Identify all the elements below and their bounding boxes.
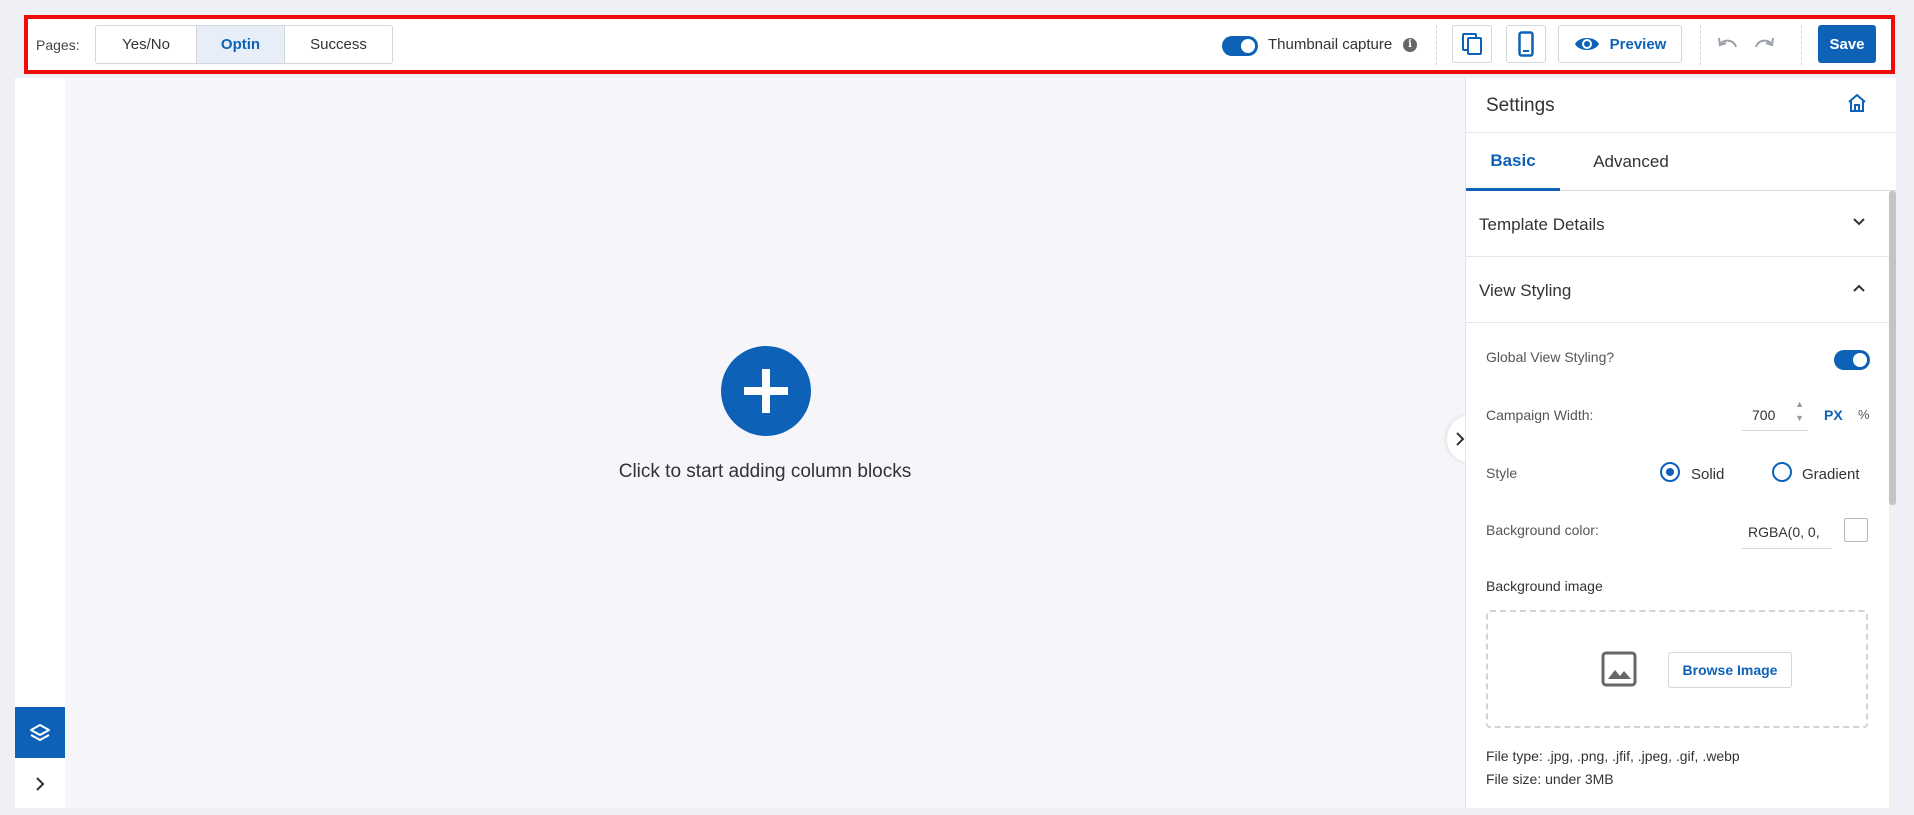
image-icon xyxy=(1601,651,1637,687)
view-styling-section[interactable]: View Styling xyxy=(1466,257,1896,323)
file-type-hint: File type: .jpg, .png, .jfif, .jpeg, .gi… xyxy=(1486,748,1740,764)
chevron-right-icon xyxy=(1456,432,1465,446)
unit-percent-option[interactable]: % xyxy=(1858,407,1870,422)
undo-icon[interactable] xyxy=(1716,33,1740,53)
redo-icon[interactable] xyxy=(1752,33,1776,53)
section-title: Template Details xyxy=(1479,215,1605,234)
page-tabs: Yes/No Optin Success xyxy=(95,25,393,64)
style-gradient-label[interactable]: Gradient xyxy=(1802,466,1860,483)
tab-basic[interactable]: Basic xyxy=(1466,133,1560,191)
background-color-label: Background color: xyxy=(1486,522,1599,538)
campaign-width-label: Campaign Width: xyxy=(1486,407,1594,423)
style-solid-radio[interactable] xyxy=(1660,462,1680,482)
pages-label: Pages: xyxy=(36,37,80,53)
add-blocks-hint: Click to start adding column blocks xyxy=(618,461,912,482)
mobile-icon xyxy=(1518,31,1534,57)
save-button[interactable]: Save xyxy=(1818,25,1876,63)
settings-tabs: Basic Advanced xyxy=(1466,133,1896,191)
duplicate-button[interactable] xyxy=(1452,25,1492,63)
toolbar-divider xyxy=(1700,25,1701,65)
copy-icon xyxy=(1462,33,1482,55)
background-color-value: RGBA(0, 0, xyxy=(1748,524,1820,540)
stepper-down-icon[interactable]: ▼ xyxy=(1795,411,1804,425)
browse-image-button[interactable]: Browse Image xyxy=(1668,652,1792,688)
chevron-down-icon xyxy=(1853,218,1865,226)
width-stepper[interactable]: ▲ ▼ xyxy=(1795,397,1804,425)
campaign-width-value: 700 xyxy=(1752,407,1776,423)
background-image-label: Background image xyxy=(1486,578,1603,594)
stepper-up-icon[interactable]: ▲ xyxy=(1795,397,1804,411)
thumbnail-capture-toggle[interactable] xyxy=(1222,36,1258,56)
page-tab-success[interactable]: Success xyxy=(285,26,392,63)
chevron-up-icon xyxy=(1853,284,1865,292)
settings-header: Settings xyxy=(1466,78,1896,133)
template-details-section[interactable]: Template Details xyxy=(1466,191,1896,257)
background-color-input[interactable]: RGBA(0, 0, xyxy=(1742,513,1832,549)
section-title: View Styling xyxy=(1479,281,1572,300)
home-icon[interactable] xyxy=(1846,92,1868,114)
eye-icon xyxy=(1574,38,1599,50)
editor-canvas[interactable]: Click to start adding column blocks xyxy=(65,78,1465,808)
file-size-hint: File size: under 3MB xyxy=(1486,771,1614,787)
toolbar-divider xyxy=(1801,25,1802,65)
layers-button[interactable] xyxy=(15,707,65,758)
thumbnail-capture-label: Thumbnail capture xyxy=(1268,36,1393,53)
style-gradient-radio[interactable] xyxy=(1772,462,1792,482)
editor-toolbar: Pages: Yes/No Optin Success Thumbnail ca… xyxy=(24,15,1895,74)
settings-panel: Settings Basic Advanced Template Details… xyxy=(1465,78,1896,808)
page-tab-yes-no[interactable]: Yes/No xyxy=(96,26,197,63)
layers-icon xyxy=(30,723,50,741)
background-color-swatch[interactable] xyxy=(1844,518,1868,542)
mobile-view-button[interactable] xyxy=(1506,25,1546,63)
left-rail xyxy=(15,78,65,808)
preview-label: Preview xyxy=(1609,35,1667,53)
expand-sidebar-button[interactable] xyxy=(15,762,65,806)
info-icon[interactable]: i xyxy=(1403,38,1417,52)
toolbar-divider xyxy=(1436,25,1437,65)
global-view-styling-label: Global View Styling? xyxy=(1486,349,1615,365)
global-view-styling-toggle[interactable] xyxy=(1834,350,1870,370)
background-image-dropzone[interactable]: Browse Image xyxy=(1486,610,1868,728)
tab-advanced[interactable]: Advanced xyxy=(1584,133,1678,191)
preview-button[interactable]: Preview xyxy=(1558,25,1682,63)
unit-px-option[interactable]: PX xyxy=(1824,407,1843,423)
add-column-block-button[interactable] xyxy=(721,346,811,436)
style-label: Style xyxy=(1486,465,1518,481)
settings-title: Settings xyxy=(1486,95,1555,116)
style-solid-label[interactable]: Solid xyxy=(1691,466,1724,483)
page-tab-optin[interactable]: Optin xyxy=(197,26,285,63)
campaign-width-input[interactable]: 700 ▲ ▼ xyxy=(1742,397,1808,431)
chevron-right-icon xyxy=(36,777,45,791)
scrollbar-thumb[interactable] xyxy=(1889,191,1896,505)
plus-icon xyxy=(744,369,788,413)
